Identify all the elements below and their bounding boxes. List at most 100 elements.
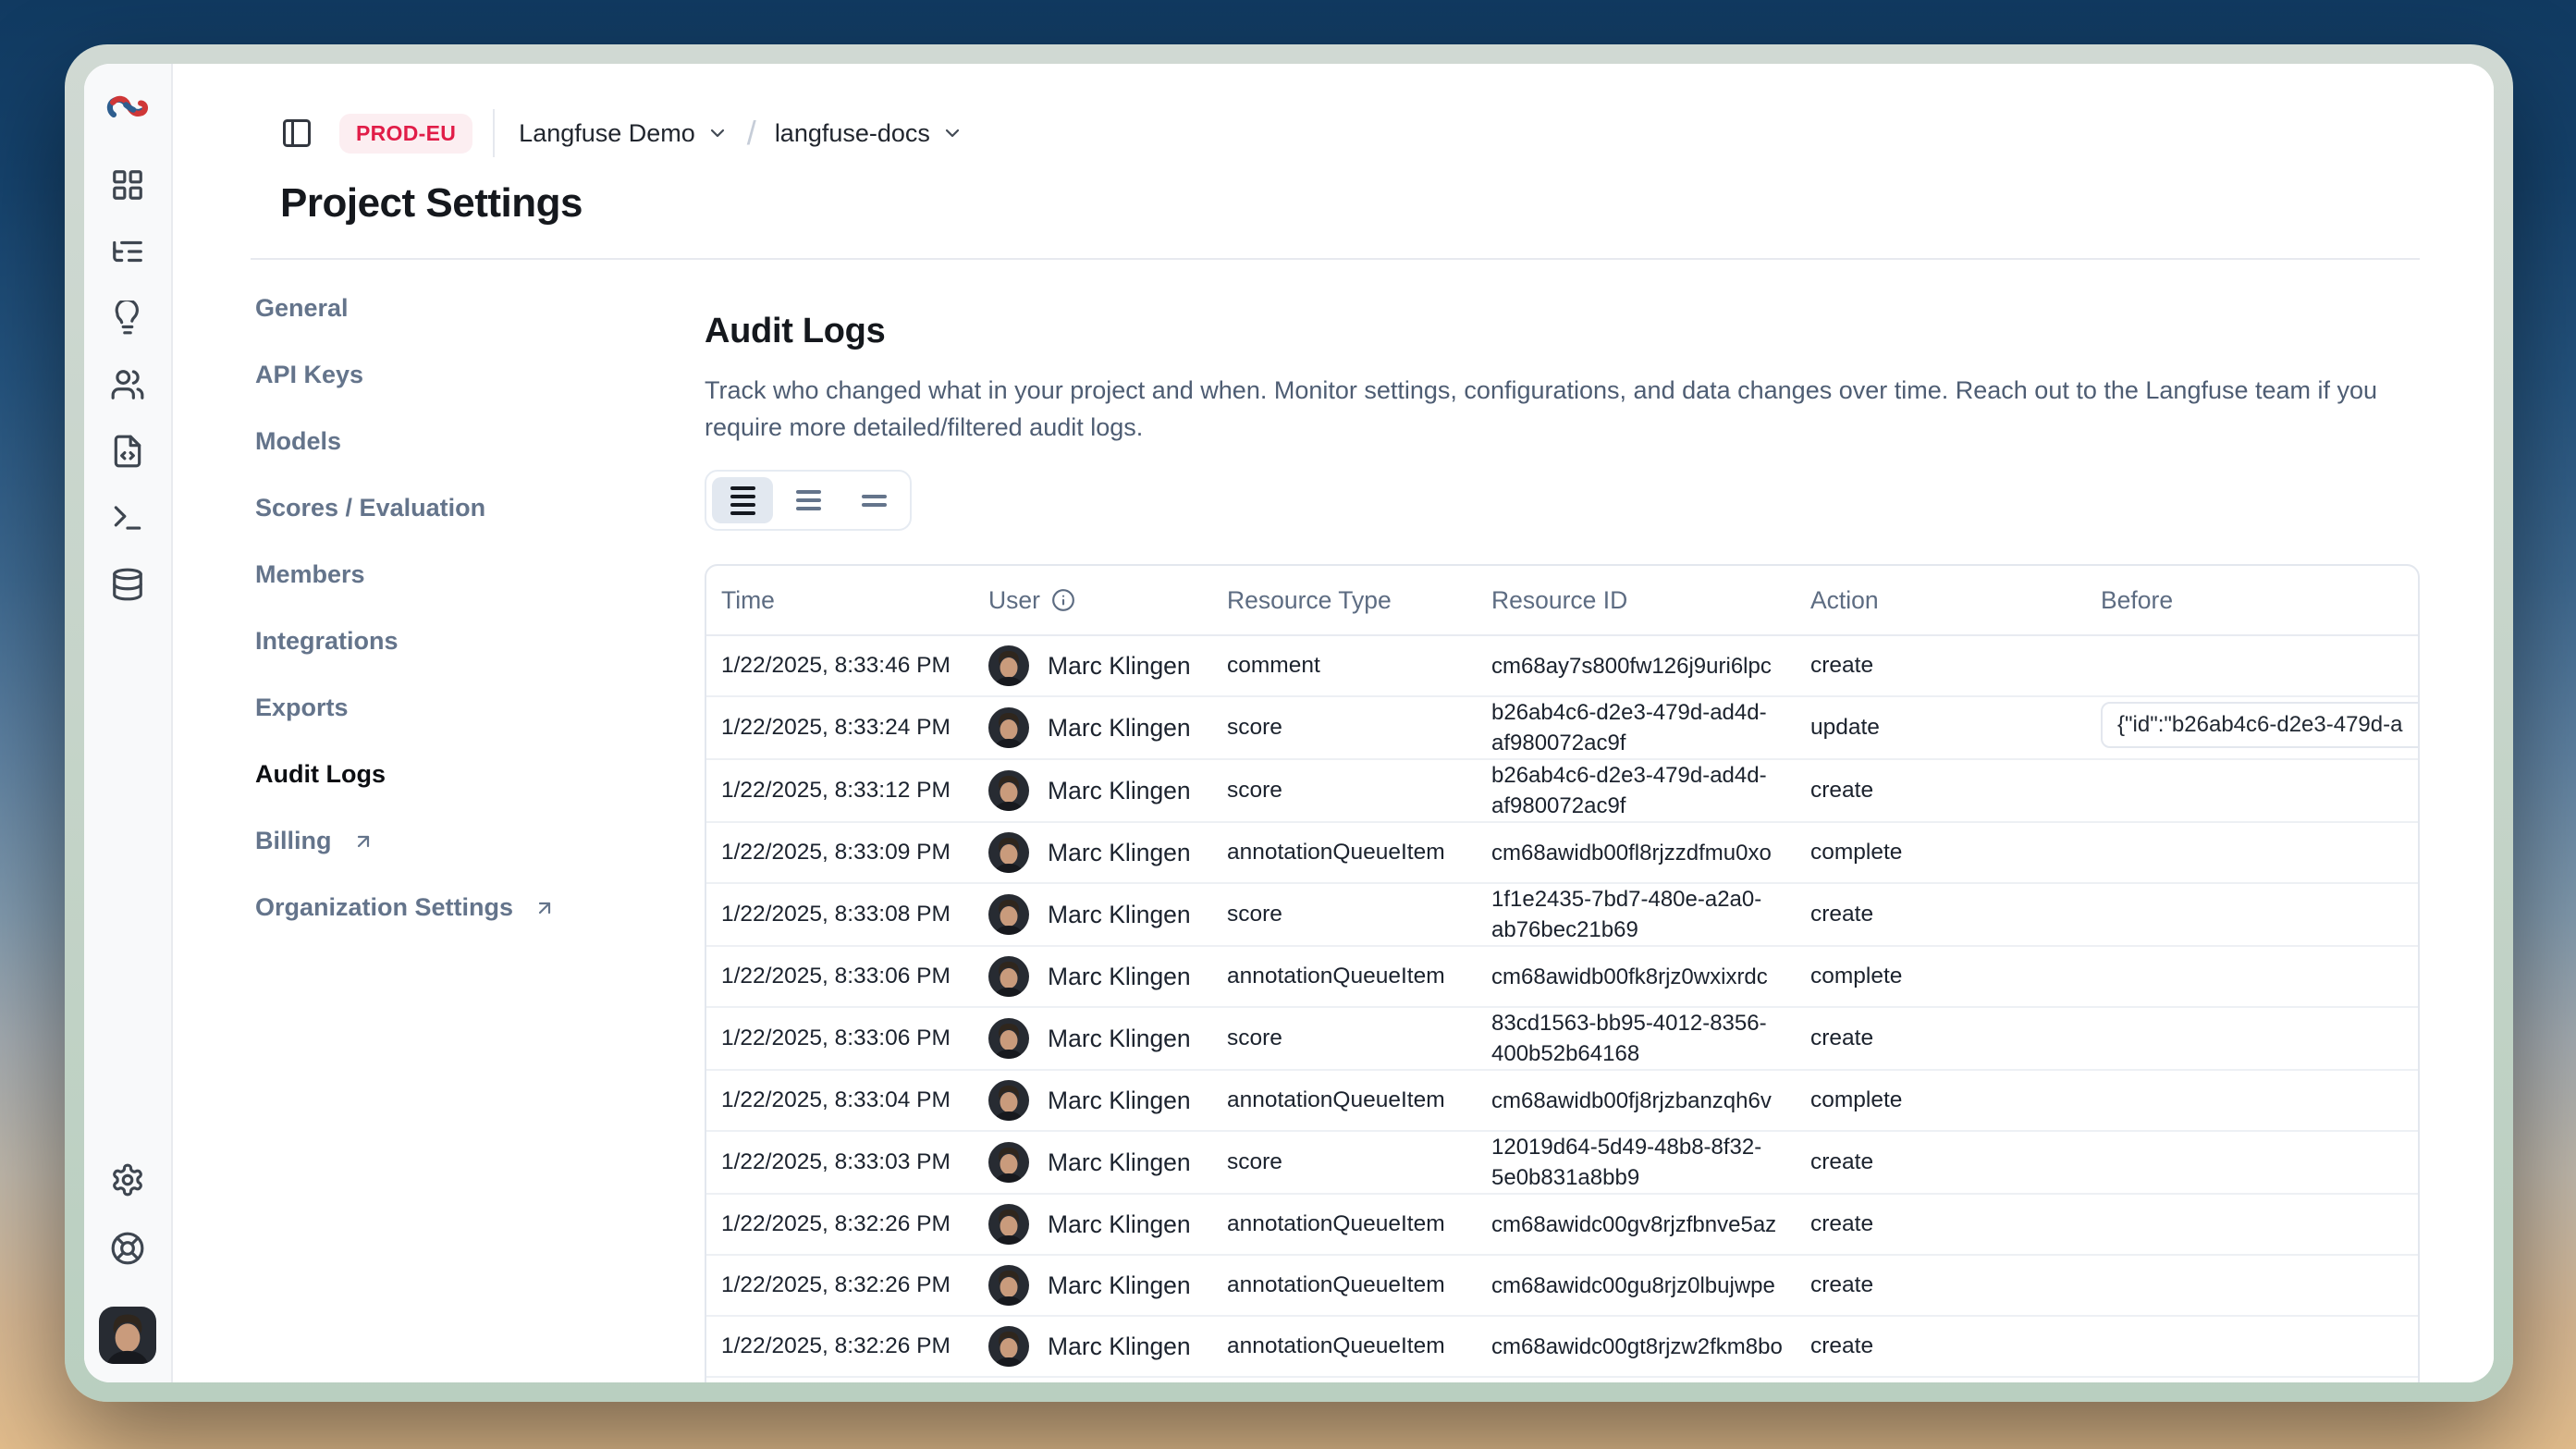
resource-id-cell: 12019d64-5d49-48b8-8f32-5e0b831a8bb9 xyxy=(1491,1132,1810,1193)
langfuse-app: PROD-EU Langfuse Demo / langfuse-docs Pr… xyxy=(84,64,2494,1382)
app-window: PROD-EU Langfuse Demo / langfuse-docs Pr… xyxy=(65,44,2513,1402)
row-height-toggle-group xyxy=(705,470,912,531)
user-cell: Marc Klingen xyxy=(988,645,1227,686)
settings-nav-item-scores-evaluation[interactable]: Scores / Evaluation xyxy=(255,495,705,522)
action-cell: complete xyxy=(1810,840,2101,866)
environment-badge: PROD-EU xyxy=(339,114,472,153)
project-selector[interactable]: langfuse-docs xyxy=(775,119,963,148)
table-row[interactable]: 1/22/2025, 8:33:04 PM Marc Klingen annot… xyxy=(706,1071,2418,1132)
table-row[interactable]: 1/22/2025, 8:33:12 PM Marc Klingen score… xyxy=(706,760,2418,823)
settings-nav-item-billing[interactable]: Billing xyxy=(255,828,705,854)
langfuse-logo-icon[interactable] xyxy=(106,93,149,123)
time-cell: 1/22/2025, 8:33:12 PM xyxy=(721,778,988,804)
user-name: Marc Klingen xyxy=(1048,1025,1191,1053)
breadcrumb-divider xyxy=(493,109,495,157)
table-body: 1/22/2025, 8:33:46 PM Marc Klingen comme… xyxy=(706,636,2418,1382)
table-row[interactable]: 1/22/2025, 8:32:26 PM Marc Klingen annot… xyxy=(706,1195,2418,1256)
settings-nav-item-label: Scores / Evaluation xyxy=(255,495,485,522)
settings-nav-item-general[interactable]: General xyxy=(255,295,705,322)
user-cell: Marc Klingen xyxy=(988,894,1227,935)
user-cell: Marc Klingen xyxy=(988,956,1227,997)
time-cell: 1/22/2025, 8:33:46 PM xyxy=(721,653,988,679)
lightbulb-icon[interactable] xyxy=(110,301,145,336)
user-row-avatar xyxy=(988,832,1029,873)
action-cell: create xyxy=(1810,1272,2101,1298)
column-header-resource-id[interactable]: Resource ID xyxy=(1491,586,1810,615)
desktop: { "breadcrumb": { "environment_badge": "… xyxy=(0,0,2576,1449)
database-icon[interactable] xyxy=(110,567,145,602)
time-cell: 1/22/2025, 8:33:24 PM xyxy=(721,715,988,741)
action-cell: create xyxy=(1810,778,2101,804)
dashboard-grid-icon[interactable] xyxy=(110,167,145,203)
column-header-time[interactable]: Time xyxy=(721,586,988,615)
file-code-icon[interactable] xyxy=(110,434,145,469)
settings-nav-item-exports[interactable]: Exports xyxy=(255,694,705,721)
resource-type-cell: annotationQueueItem xyxy=(1227,1087,1491,1113)
resource-id-cell: 83cd1563-bb95-4012-8356-400b52b64168 xyxy=(1491,1008,1810,1069)
user-row-avatar xyxy=(988,1018,1029,1059)
user-row-avatar xyxy=(988,894,1029,935)
action-cell: create xyxy=(1810,1149,2101,1175)
user-row-avatar xyxy=(988,1204,1029,1245)
table-row[interactable]: 1/22/2025, 8:33:08 PM Marc Klingen score… xyxy=(706,884,2418,947)
resource-id-cell: 1f1e2435-7bd7-480e-a2a0-ab76bec21b69 xyxy=(1491,884,1810,945)
time-cell: 1/22/2025, 8:33:03 PM xyxy=(721,1149,988,1175)
info-icon[interactable] xyxy=(1051,588,1075,612)
chevron-down-icon xyxy=(941,122,963,144)
resource-type-cell: comment xyxy=(1227,653,1491,679)
user-name: Marc Klingen xyxy=(1048,1332,1191,1361)
organization-selector[interactable]: Langfuse Demo xyxy=(519,119,729,148)
settings-nav-item-members[interactable]: Members xyxy=(255,561,705,588)
settings-nav-item-models[interactable]: Models xyxy=(255,428,705,455)
user-cell: Marc Klingen xyxy=(988,1018,1227,1059)
settings-nav-item-label: Exports xyxy=(255,694,349,721)
column-header-action[interactable]: Action xyxy=(1810,586,2101,615)
resource-type-cell: annotationQueueItem xyxy=(1227,1211,1491,1237)
table-row[interactable]: 1/22/2025, 8:33:06 PM Marc Klingen annot… xyxy=(706,947,2418,1008)
table-row[interactable]: 1/22/2025, 8:33:09 PM Marc Klingen annot… xyxy=(706,823,2418,884)
column-header-resource-type[interactable]: Resource Type xyxy=(1227,586,1491,615)
user-name: Marc Klingen xyxy=(1048,652,1191,681)
user-name: Marc Klingen xyxy=(1048,714,1191,743)
user-cell: Marc Klingen xyxy=(988,770,1227,811)
user-name: Marc Klingen xyxy=(1048,1148,1191,1177)
resource-type-cell: annotationQueueItem xyxy=(1227,1333,1491,1359)
tracing-tree-icon[interactable] xyxy=(110,234,145,269)
table-row[interactable]: 1/22/2025, 8:33:06 PM Marc Klingen score… xyxy=(706,1008,2418,1071)
column-header-user[interactable]: User xyxy=(988,586,1227,615)
chevron-down-icon xyxy=(706,122,729,144)
terminal-icon[interactable] xyxy=(110,500,145,535)
settings-nav-item-label: API Keys xyxy=(255,362,363,388)
settings-nav-item-label: General xyxy=(255,295,349,322)
settings-nav-item-audit-logs[interactable]: Audit Logs xyxy=(255,761,705,788)
user-row-avatar xyxy=(988,770,1029,811)
settings-nav-item-integrations[interactable]: Integrations xyxy=(255,628,705,655)
breadcrumb-separator: / xyxy=(747,114,756,153)
table-row[interactable]: 1/22/2025, 8:33:46 PM Marc Klingen comme… xyxy=(706,636,2418,697)
table-row[interactable]: 1/22/2025, 8:33:24 PM Marc Klingen score… xyxy=(706,697,2418,760)
row-height-large-button[interactable] xyxy=(843,477,904,523)
settings-nav-item-label: Models xyxy=(255,428,341,455)
settings-gear-icon[interactable] xyxy=(110,1162,145,1197)
table-row[interactable]: 1/22/2025, 8:32:26 PM Marc Klingen annot… xyxy=(706,1378,2418,1382)
user-name: Marc Klingen xyxy=(1048,963,1191,991)
breadcrumb: PROD-EU Langfuse Demo / langfuse-docs xyxy=(280,110,2494,156)
before-json-box[interactable]: {"id":"b26ab4c6-d2e3-479d-a xyxy=(2101,702,2420,748)
sidebar-toggle-icon[interactable] xyxy=(280,117,313,150)
user-avatar[interactable] xyxy=(99,1307,156,1364)
settings-nav-item-label: Members xyxy=(255,561,365,588)
table-row[interactable]: 1/22/2025, 8:32:26 PM Marc Klingen annot… xyxy=(706,1317,2418,1378)
settings-nav-item-label: Billing xyxy=(255,828,332,854)
time-cell: 1/22/2025, 8:33:06 PM xyxy=(721,1025,988,1051)
settings-nav-item-api-keys[interactable]: API Keys xyxy=(255,362,705,388)
table-row[interactable]: 1/22/2025, 8:32:26 PM Marc Klingen annot… xyxy=(706,1256,2418,1317)
users-icon[interactable] xyxy=(110,367,145,402)
table-row[interactable]: 1/22/2025, 8:33:03 PM Marc Klingen score… xyxy=(706,1132,2418,1195)
external-link-icon xyxy=(534,897,556,919)
column-header-before[interactable]: Before xyxy=(2101,586,2418,615)
user-cell: Marc Klingen xyxy=(988,1265,1227,1306)
help-lifebuoy-icon[interactable] xyxy=(110,1231,145,1266)
settings-nav-item-organization-settings[interactable]: Organization Settings xyxy=(255,894,705,921)
row-height-medium-button[interactable] xyxy=(778,477,839,523)
row-height-small-button[interactable] xyxy=(712,477,773,523)
